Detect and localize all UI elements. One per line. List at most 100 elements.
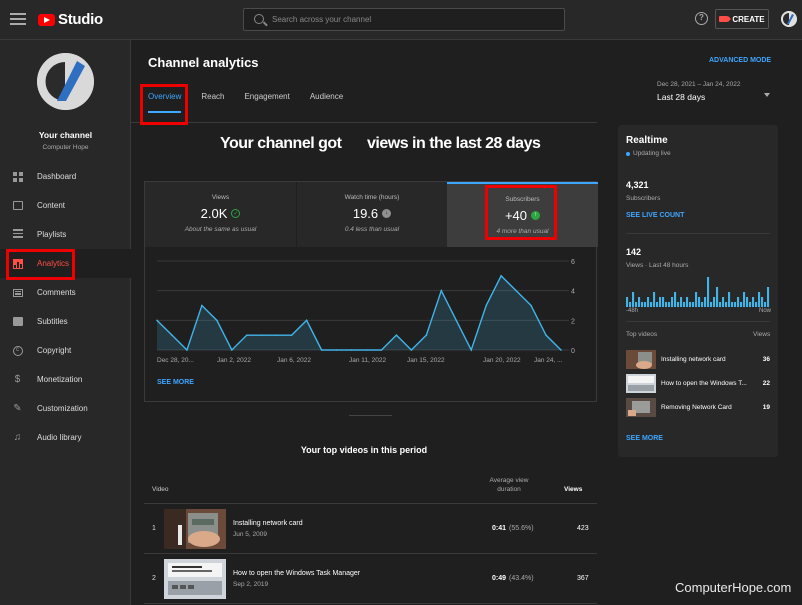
data-point [425,334,428,336]
realtime-bar [740,302,743,307]
video-thumbnail [626,398,656,417]
data-point [560,349,562,351]
realtime-divider [626,233,770,234]
sidebar-item-label: Dashboard [37,172,77,181]
views-chart[interactable]: 0 2 4 6 Dec 28, 20... Jan 2, 2022 Jan 6, 2022 J… [145,247,596,377]
realtime-bar-chart[interactable] [626,275,770,307]
realtime-video-item[interactable]: Removing Network Card 19 [626,398,770,418]
see-live-count-link[interactable]: SEE LIVE COUNT [626,212,684,219]
video-title[interactable]: How to open the Windows Task Manager [233,570,360,577]
tab-reach[interactable]: Reach [201,92,224,113]
sidebar-item-copyright[interactable]: c Copyright [0,336,131,365]
table-row[interactable]: 2 How to open the Windows Task Manager S… [144,555,597,604]
advanced-mode-link[interactable]: ADVANCED MODE [709,57,771,64]
sidebar-item-dashboard[interactable]: Dashboard [0,162,131,191]
realtime-bar [686,297,689,307]
create-label: CREATE [732,14,765,24]
sidebar-item-label: Monetization [37,375,83,384]
copyright-icon: c [12,345,23,356]
realtime-bar [716,287,719,307]
sidebar-item-audio-library[interactable]: ♫ Audio library [0,423,131,452]
data-point [545,334,547,336]
studio-wordmark: Studio [58,11,103,28]
video-views: 36 [762,356,770,363]
video-title: How to open the Windows T... [661,380,747,387]
data-point [515,289,517,292]
monetization-icon: $ [14,374,21,385]
live-dot-icon [626,151,630,156]
metric-subscribers[interactable]: Subscribers +40 ↑ 4 more than usual [447,182,598,247]
sidebar-item-content[interactable]: Content [0,191,131,220]
sidebar-item-analytics[interactable]: Analytics [0,249,131,278]
content-icon [12,200,23,211]
realtime-bar [638,297,641,307]
arrow-down-icon: ↓ [382,209,392,218]
metric-note: About the same as usual [184,226,257,233]
top-videos-title: Your top videos in this period [300,445,428,455]
realtime-bar [683,302,686,307]
sidebar-item-playlists[interactable]: Playlists [0,220,131,249]
sidebar-item-label: Copyright [37,346,72,355]
realtime-axis-start: -48h [626,308,639,314]
video-title[interactable]: Installing network card [233,520,303,527]
realtime-video-item[interactable]: Installing network card 36 [626,350,770,370]
tabs-divider [131,122,597,123]
metric-watch-time[interactable]: Watch time (hours) 19.6 ↓ 0.4 less than u… [296,182,447,247]
tab-overview[interactable]: Overview [148,92,182,113]
search-bar[interactable] [243,8,565,31]
realtime-bar [764,302,767,307]
data-point [335,349,338,351]
realtime-video-item[interactable]: How to open the Windows T... 22 [626,374,770,394]
realtime-card: Realtime Updating live 4,321 Subscribers… [618,125,778,457]
see-more-link[interactable]: SEE MORE [157,379,194,386]
create-button[interactable]: CREATE [715,9,769,29]
realtime-status: Updating live [626,150,671,157]
sidebar-item-monetization[interactable]: $ Monetization [0,365,131,394]
sidebar-item-comments[interactable]: Comments [0,278,131,307]
sidebar-item-customization[interactable]: ✎ Customization [0,394,131,423]
date-range-picker[interactable]: Dec 28, 2021 – Jan 24, 2022 Last 28 days [657,81,770,102]
column-duration-line1: Average view [489,477,529,484]
tab-engagement[interactable]: Engagement [244,92,289,113]
sidebar: Your channel Computer Hope Dashboard Con… [0,40,131,605]
analytics-tabs: Overview Reach Engagement Audience [148,92,363,113]
table-header: Video Average view duration Views [144,476,597,504]
data-point [485,304,487,307]
realtime-see-more-link[interactable]: SEE MORE [626,435,663,442]
data-point [305,319,308,322]
tab-audience[interactable]: Audience [310,92,343,113]
realtime-bar [689,302,692,307]
video-views: 19 [762,404,770,411]
realtime-bar [641,302,644,307]
realtime-bar [749,302,752,307]
data-point [290,334,293,336]
video-title: Removing Network Card [661,404,732,411]
realtime-title: Realtime [626,135,668,146]
metric-value: 2.0K [200,206,228,221]
metric-views[interactable]: Views 2.0K ✓ About the same as usual [145,182,296,247]
realtime-bar [692,302,695,307]
channel-avatar[interactable] [37,53,94,110]
column-views[interactable]: Views [564,486,582,493]
account-avatar[interactable] [781,11,797,27]
column-video: Video [152,486,169,493]
table-row[interactable]: 1 Installing network card Jun 5, 2009 0:… [144,505,597,554]
metric-value: +40 [504,208,528,223]
data-point [186,349,188,351]
search-icon [254,14,264,24]
realtime-bar [695,292,698,307]
search-input[interactable] [272,12,552,27]
hamburger-menu-icon[interactable] [10,11,26,27]
video-thumbnail[interactable] [164,559,226,599]
realtime-subscribers-label: Subscribers [626,195,661,202]
duration-value: 0:41 [492,525,507,532]
realtime-bar [629,302,632,307]
realtime-bar [752,297,755,307]
realtime-bar [662,297,665,307]
column-duration[interactable]: Average view duration [484,476,534,494]
sidebar-item-subtitles[interactable]: Subtitles [0,307,131,336]
video-thumbnail[interactable] [164,509,226,549]
help-icon[interactable]: ? [695,12,708,25]
studio-logo[interactable]: Studio [38,11,103,28]
x-tick-label: Jan 11, 2022 [349,357,386,364]
